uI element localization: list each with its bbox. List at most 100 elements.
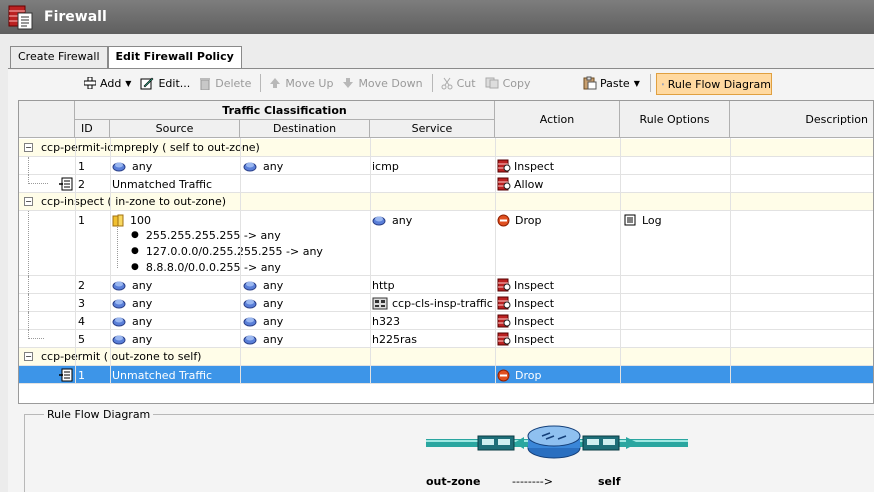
header-description[interactable]: Description xyxy=(730,101,873,138)
network-object-icon xyxy=(243,317,257,326)
network-object-icon xyxy=(112,317,126,326)
collapse-icon[interactable]: − xyxy=(24,352,33,361)
rule-destination: any xyxy=(243,312,283,330)
allow-icon xyxy=(497,177,511,191)
rule-destination-label: any xyxy=(263,296,284,310)
header-id[interactable]: ID xyxy=(75,120,110,138)
paste-button[interactable]: Paste ▼ xyxy=(583,72,640,94)
grid-line xyxy=(730,138,731,384)
network-object-icon xyxy=(112,281,126,290)
collapse-icon[interactable]: − xyxy=(24,143,33,152)
table-row[interactable]: 5 any any h225ras Inspect xyxy=(19,330,873,348)
rule-id: 5 xyxy=(78,332,85,346)
rule-destination: any xyxy=(243,276,283,294)
group-row[interactable]: − ccp-permit-icmpreply ( self to out-zon… xyxy=(19,139,873,157)
add-icon xyxy=(84,77,96,89)
rule-source: any xyxy=(112,330,152,348)
diagram-icon xyxy=(662,83,664,85)
network-object-icon xyxy=(372,216,386,225)
tree-line xyxy=(28,294,29,312)
bullet-icon: ● xyxy=(131,230,139,240)
table-row[interactable]: 1 100 ● 255.255.255.255 -> any ● 127.0.0.0… xyxy=(19,211,873,276)
edit-button[interactable]: Edit... xyxy=(140,77,190,90)
move-up-button[interactable]: Move Up xyxy=(269,77,333,90)
acl-entry-label: 8.8.8.0/0.0.0.255 -> any xyxy=(145,260,281,274)
arrow-down-icon xyxy=(343,78,354,88)
tab-strip: Create Firewall Edit Firewall Policy xyxy=(10,46,242,69)
network-object-icon xyxy=(243,162,257,171)
network-object-icon xyxy=(112,335,126,344)
rule-source-label: any xyxy=(132,278,153,292)
table-row[interactable]: 2 Unmatched Traffic Allow xyxy=(19,175,873,193)
tab-create-firewall[interactable]: Create Firewall xyxy=(10,46,108,68)
table-row[interactable]: 1 any any icmp Inspect xyxy=(19,157,873,175)
add-button[interactable]: Add ▼ xyxy=(84,77,131,90)
trash-icon xyxy=(200,77,211,90)
rule-action-label: Allow xyxy=(514,177,544,191)
acl-entry: ● 8.8.8.0/0.0.0.255 -> any xyxy=(131,258,281,276)
header-destination[interactable]: Destination xyxy=(240,120,370,138)
rule-destination-label: any xyxy=(263,278,284,292)
default-rule-icon xyxy=(59,368,73,382)
copy-button[interactable]: Copy xyxy=(485,77,530,90)
rule-destination: any xyxy=(372,211,412,229)
rule-id: 1 xyxy=(78,159,85,173)
rule-id: 2 xyxy=(78,177,85,191)
rule-service: ccp-cls-insp-traffic xyxy=(372,294,493,312)
from-zone-label: out-zone xyxy=(426,475,481,488)
rule-flow-diagram-button[interactable]: Rule Flow Diagram xyxy=(656,73,772,95)
cut-label: Cut xyxy=(456,76,476,90)
header-source[interactable]: Source xyxy=(110,120,240,138)
rule-source: any xyxy=(112,312,152,330)
network-object-icon xyxy=(243,299,257,308)
acl-entry-label: 127.0.0.0/0.255.255.255 -> any xyxy=(145,244,323,258)
table-row-selected[interactable]: 1 Unmatched Traffic Drop xyxy=(19,366,873,384)
toolbar-separator xyxy=(431,74,433,92)
paste-dropdown-icon: ▼ xyxy=(633,78,640,88)
network-object-icon xyxy=(243,335,257,344)
rule-action-label: Inspect xyxy=(514,314,555,328)
rule-source: any xyxy=(112,157,152,175)
grid-line xyxy=(620,138,621,384)
group-row[interactable]: − ccp-permit ( out-zone to self) xyxy=(19,348,873,366)
collapse-icon[interactable]: − xyxy=(24,197,33,206)
toolbar-separator xyxy=(650,74,651,92)
rule-service: http xyxy=(372,278,395,292)
rule-action-label: Drop xyxy=(515,368,542,382)
rule-action-label: Inspect xyxy=(514,278,555,292)
header-rule-options[interactable]: Rule Options xyxy=(620,101,730,138)
drop-icon xyxy=(497,214,510,226)
tree-line xyxy=(28,276,29,294)
move-down-label: Move Down xyxy=(358,76,423,90)
grid-line xyxy=(240,138,241,384)
rule-action: Inspect xyxy=(497,157,554,175)
inspect-icon xyxy=(497,296,511,310)
bullet-icon: ● xyxy=(131,262,139,272)
network-object-icon xyxy=(112,162,126,171)
policy-table: Traffic Classification ID Source Destina… xyxy=(18,100,874,404)
firewall-window: Firewall Create Firewall Edit Firewall P… xyxy=(0,0,874,492)
rule-service: icmp xyxy=(372,159,399,173)
table-row[interactable]: 3 any any ccp-cls-insp-traffic Inspect xyxy=(19,294,873,312)
group-label: ccp-permit ( out-zone to self) xyxy=(41,350,202,363)
table-row[interactable]: 4 any any h323 Inspect xyxy=(19,312,873,330)
tree-line xyxy=(28,211,29,276)
tree-line xyxy=(28,330,44,339)
tab-edit-firewall-policy[interactable]: Edit Firewall Policy xyxy=(107,46,242,69)
inspect-icon xyxy=(497,332,511,346)
header-service[interactable]: Service xyxy=(370,120,495,138)
firewall-icon xyxy=(8,5,33,30)
group-row[interactable]: − ccp-inspect ( in-zone to out-zone) xyxy=(19,193,873,211)
rule-destination-label: any xyxy=(263,159,284,173)
header-action[interactable]: Action xyxy=(495,101,620,138)
move-down-button[interactable]: Move Down xyxy=(342,76,423,90)
clipboard-icon xyxy=(583,76,597,90)
edit-icon xyxy=(140,77,154,89)
rule-source-label: any xyxy=(132,159,153,173)
table-row[interactable]: 2 any any http Inspect xyxy=(19,276,873,294)
inspect-icon xyxy=(497,278,511,292)
delete-button[interactable]: Delete xyxy=(199,77,251,90)
cut-button[interactable]: Cut xyxy=(441,77,476,90)
toolbar-separator xyxy=(260,74,262,92)
rule-source-label: any xyxy=(132,314,153,328)
